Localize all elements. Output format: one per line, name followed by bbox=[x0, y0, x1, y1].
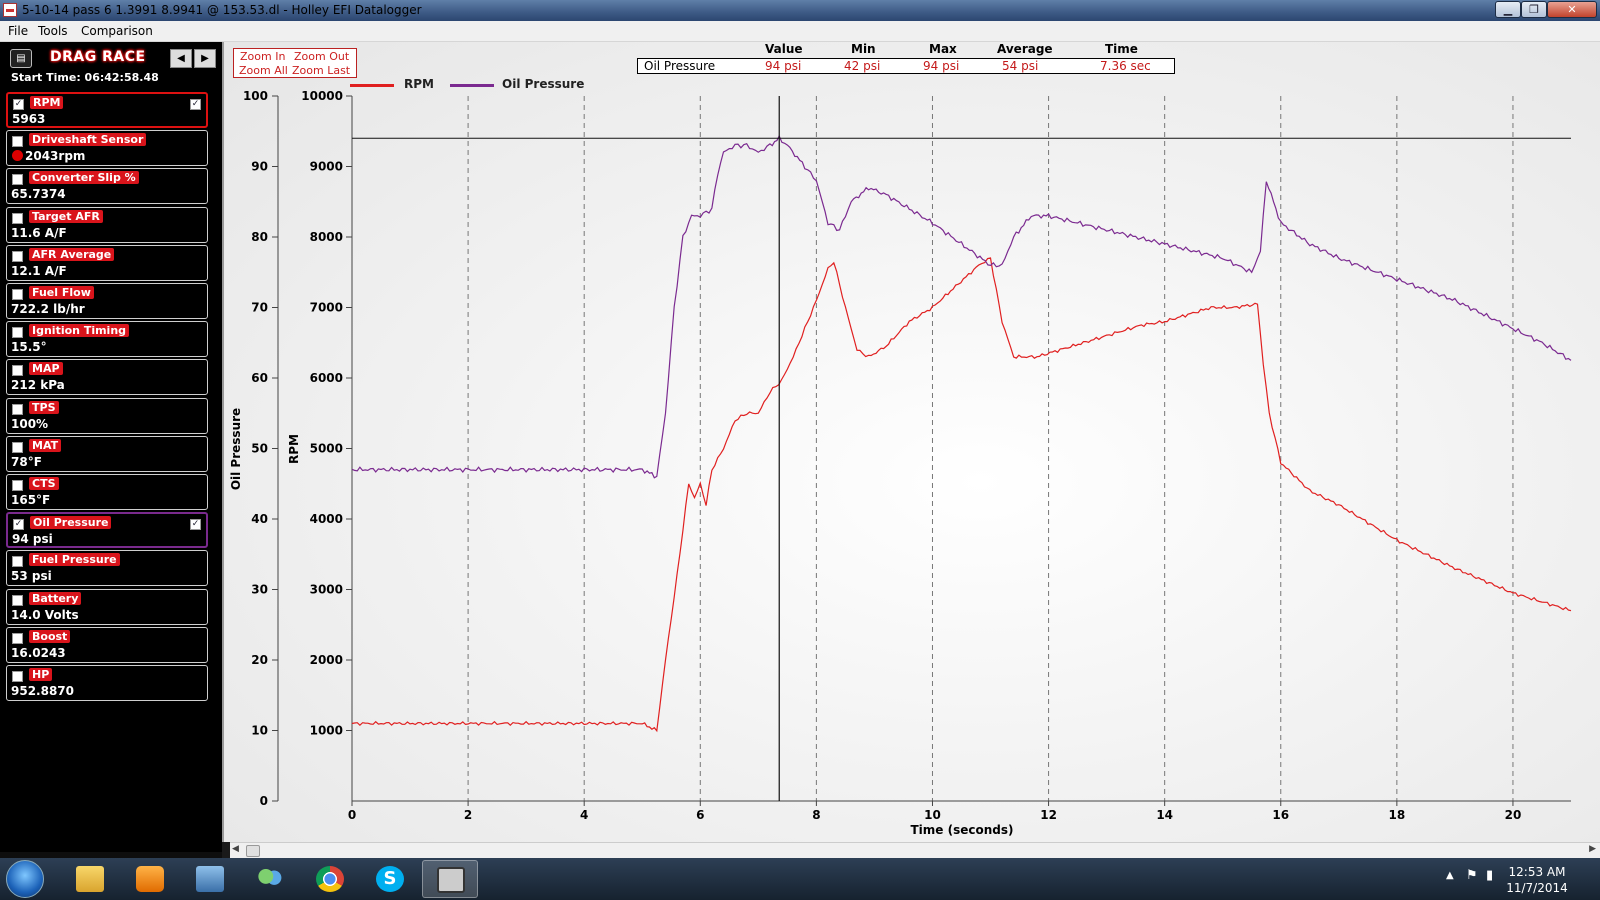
window-app-icon bbox=[196, 866, 224, 892]
rpm-tick-label: 10000 bbox=[301, 89, 343, 103]
rpm-tick-label: 2000 bbox=[310, 653, 343, 667]
rpm-tick-label: 1000 bbox=[310, 724, 343, 738]
media-player-icon bbox=[136, 866, 164, 892]
power-icon[interactable]: ▮ bbox=[1486, 868, 1493, 883]
x-axis-label: Time (seconds) bbox=[910, 823, 1013, 837]
tray-expand-icon[interactable]: ▲ bbox=[1446, 870, 1454, 881]
x-tick-label: 10 bbox=[924, 808, 941, 822]
chart-svg: 0 2 4 6 8 10 12 14 16 18 20 0 10 20 30 40 50 60 70 80 90 100 1… bbox=[229, 89, 1572, 837]
oil-tick-label: 80 bbox=[251, 230, 268, 244]
rpm-tick-label: 3000 bbox=[310, 583, 343, 597]
oil-tick-label: 70 bbox=[251, 301, 268, 315]
taskbar-chrome[interactable] bbox=[302, 860, 358, 898]
rpm-tick-label: 9000 bbox=[310, 160, 343, 174]
system-tray: ▲ ⚑ ▮ 12:53 AM 11/7/2014 bbox=[1440, 858, 1600, 900]
x-tick-label: 16 bbox=[1272, 808, 1289, 822]
rpm-tick-label: 5000 bbox=[310, 442, 343, 456]
taskbar-media-player[interactable] bbox=[122, 860, 178, 898]
flag-icon[interactable]: ⚑ bbox=[1466, 868, 1478, 883]
oil-tick-label: 100 bbox=[243, 89, 268, 103]
taskbar-users[interactable] bbox=[242, 860, 298, 898]
horizontal-scrollbar[interactable]: ◀ ▶ bbox=[230, 842, 1600, 858]
scroll-left-icon[interactable]: ◀ bbox=[232, 844, 239, 854]
oil-tick-label: 60 bbox=[251, 371, 268, 385]
clock-time: 12:53 AM bbox=[1508, 865, 1566, 879]
users-icon bbox=[256, 866, 284, 892]
oil-tick-label: 0 bbox=[260, 794, 268, 808]
taskbar-skype[interactable]: S bbox=[362, 860, 418, 898]
clock[interactable]: 12:53 AM 11/7/2014 bbox=[1502, 864, 1572, 896]
rpm-tick-label: 8000 bbox=[310, 230, 343, 244]
oil-tick-label: 30 bbox=[251, 583, 268, 597]
chart-cursor bbox=[352, 96, 1571, 801]
chart-grid bbox=[467, 96, 1514, 801]
skype-icon: S bbox=[376, 866, 404, 892]
scroll-right-icon[interactable]: ▶ bbox=[1589, 844, 1596, 854]
rpm-tick-label: 7000 bbox=[310, 301, 343, 315]
x-tick-label: 12 bbox=[1040, 808, 1057, 822]
datalogger-icon bbox=[437, 867, 465, 893]
taskbar: S bbox=[0, 858, 1600, 900]
x-tick-label: 14 bbox=[1156, 808, 1173, 822]
oil-tick-label: 10 bbox=[251, 724, 268, 738]
oil-tick-label: 50 bbox=[251, 442, 268, 456]
x-tick-label: 18 bbox=[1389, 808, 1406, 822]
oil-tick-label: 20 bbox=[251, 653, 268, 667]
start-button-icon[interactable] bbox=[6, 860, 44, 898]
x-tick-label: 20 bbox=[1505, 808, 1522, 822]
x-tick-label: 6 bbox=[696, 808, 704, 822]
rpm-tick-label: 4000 bbox=[310, 512, 343, 526]
x-tick-label: 2 bbox=[464, 808, 472, 822]
clock-date: 11/7/2014 bbox=[1506, 881, 1568, 895]
taskbar-explorer[interactable] bbox=[62, 860, 118, 898]
chart-series bbox=[351, 134, 1572, 733]
scroll-thumb[interactable] bbox=[246, 845, 260, 857]
chart-axes: 0 2 4 6 8 10 12 14 16 18 20 0 10 20 30 40 50 60 70 80 90 100 1… bbox=[229, 89, 1571, 837]
x-tick-label: 0 bbox=[348, 808, 356, 822]
oil-tick-label: 40 bbox=[251, 512, 268, 526]
oil-axis-label: Oil Pressure bbox=[229, 408, 243, 490]
x-tick-label: 4 bbox=[580, 808, 588, 822]
taskbar-datalogger[interactable] bbox=[422, 860, 478, 898]
x-tick-label: 8 bbox=[812, 808, 820, 822]
oil-pressure-series-line bbox=[351, 134, 1572, 479]
rpm-tick-label: 6000 bbox=[310, 371, 343, 385]
taskbar-app-window[interactable] bbox=[182, 860, 238, 898]
oil-tick-label: 90 bbox=[251, 160, 268, 174]
folder-icon bbox=[76, 866, 104, 892]
chrome-icon bbox=[316, 866, 344, 892]
rpm-series-line bbox=[351, 257, 1572, 733]
rpm-axis-label: RPM bbox=[287, 434, 301, 464]
